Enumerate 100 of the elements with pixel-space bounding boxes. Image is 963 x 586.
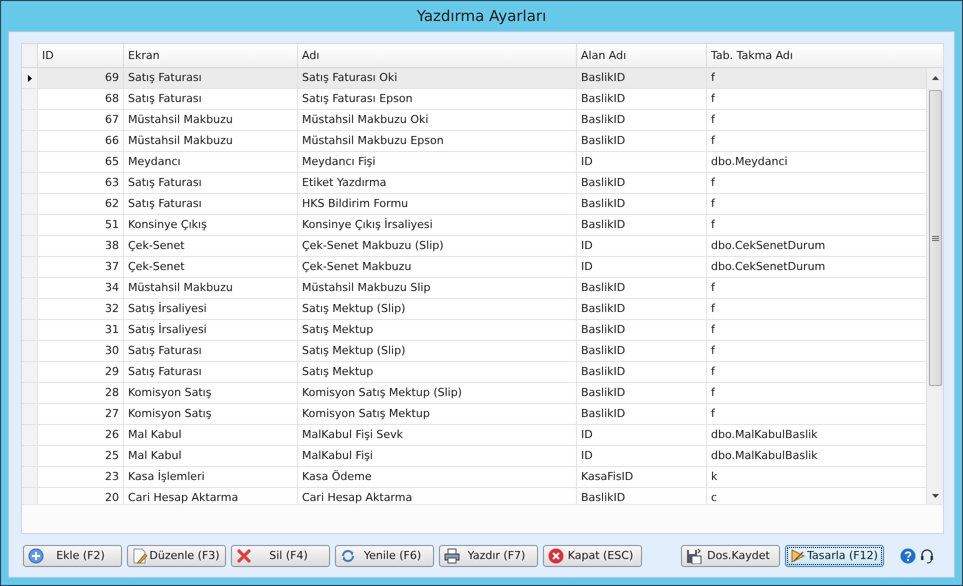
- table-cell: BaslikID: [577, 110, 707, 130]
- table-cell: HKS Bildirim Formu: [298, 194, 577, 214]
- table-cell: Müstahsil Makbuzu Oki: [298, 110, 577, 130]
- cross-icon: [236, 548, 252, 564]
- table-cell: BaslikID: [577, 404, 707, 424]
- table-cell: BaslikID: [577, 362, 707, 382]
- column-header[interactable]: Ekran: [124, 44, 298, 67]
- table-cell: Satış Faturası Oki: [298, 68, 577, 88]
- table-row[interactable]: 34 Müstahsil Makbuzu Müstahsil Makbuzu Slip BaslikID f: [22, 278, 927, 299]
- table-row[interactable]: 62 Satış Faturası HKS Bildirim Formu BaslikID f: [22, 194, 927, 215]
- table-cell: BaslikID: [577, 278, 707, 298]
- table-cell: 68: [38, 89, 124, 109]
- table-cell: Satış Faturası Epson: [298, 89, 577, 109]
- table-row[interactable]: 63 Satış Faturası Etiket Yazdırma BaslikID f: [22, 173, 927, 194]
- table-row[interactable]: 31 Satış İrsaliyesi Satış Mektup BaslikID f: [22, 320, 927, 341]
- column-header[interactable]: Adı: [298, 44, 577, 67]
- table-cell: 62: [38, 194, 124, 214]
- scroll-up-icon[interactable]: [932, 76, 938, 80]
- table-cell: 27: [38, 404, 124, 424]
- table-cell: Kasa Ödeme: [298, 467, 577, 487]
- table-cell: 37: [38, 257, 124, 277]
- table-cell: BaslikID: [577, 173, 707, 193]
- table-cell: BaslikID: [577, 299, 707, 319]
- table-row[interactable]: 23 Kasa İşlemleri Kasa Ödeme KasaFisID k: [22, 467, 927, 488]
- table-row[interactable]: 69 Satış Faturası Satış Faturası Oki BaslikID f: [22, 68, 927, 89]
- table-cell: Müstahsil Makbuzu: [124, 110, 298, 130]
- table-cell: 31: [38, 320, 124, 340]
- table-row[interactable]: 67 Müstahsil Makbuzu Müstahsil Makbuzu Oki BaslikID f: [22, 110, 927, 131]
- table-row[interactable]: 66 Müstahsil Makbuzu Müstahsil Makbuzu Epson BaslikID f: [22, 131, 927, 152]
- button[interactable]: Kapat (ESC): [543, 544, 642, 566]
- current-row-icon: [28, 74, 32, 82]
- close-icon: [548, 548, 564, 564]
- headset-icon[interactable]: [919, 548, 935, 564]
- help-icon[interactable]: [900, 548, 916, 564]
- table-cell: Müstahsil Makbuzu: [124, 278, 298, 298]
- column-header[interactable]: ID: [38, 44, 124, 67]
- table-row[interactable]: 38 Çek-Senet Çek-Senet Makbuzu (Slip) ID dbo.CekSenetDurum: [22, 236, 927, 257]
- table-cell: Etiket Yazdırma: [298, 173, 577, 193]
- table-cell: Konsinye Çıkış İrsaliyesi: [298, 215, 577, 235]
- table-row[interactable]: 25 Mal Kabul MalKabul Fişi ID dbo.MalKabulBaslik: [22, 446, 927, 467]
- button[interactable]: Dos.Kaydet: [681, 544, 780, 566]
- table-cell: Satış İrsaliyesi: [124, 299, 298, 319]
- table-cell: Çek-Senet Makbuzu: [298, 257, 577, 277]
- table-cell: 26: [38, 425, 124, 445]
- table-cell: Satış Faturası: [124, 341, 298, 361]
- button[interactable]: Yazdır (F7): [439, 544, 538, 566]
- button[interactable]: Ekle (F2): [23, 544, 122, 566]
- button[interactable]: Düzenle (F3): [127, 544, 226, 566]
- table-row[interactable]: 30 Satış Faturası Satış Mektup (Slip) BaslikID f: [22, 341, 927, 362]
- table-row[interactable]: 26 Mal Kabul MalKabul Fişi Sevk ID dbo.MalKabulBaslik: [22, 425, 927, 446]
- table-cell: Satış Mektup: [298, 362, 577, 382]
- table-cell: Satış Faturası: [124, 68, 298, 88]
- table-cell: Konsinye Çıkış: [124, 215, 298, 235]
- column-header[interactable]: Alan Adı: [577, 44, 707, 67]
- table-cell: Komisyon Satış Mektup: [298, 404, 577, 424]
- table-cell: 38: [38, 236, 124, 256]
- table-cell: KasaFisID: [577, 467, 707, 487]
- scrollbar-thumb[interactable]: [928, 90, 942, 386]
- table-cell: BaslikID: [577, 89, 707, 109]
- table-cell: Komisyon Satış Mektup (Slip): [298, 383, 577, 403]
- table-cell: 29: [38, 362, 124, 382]
- table-cell: Satış Mektup (Slip): [298, 299, 577, 319]
- column-header[interactable]: Tab. Takma Adı: [707, 44, 944, 67]
- grip-icon: [932, 236, 938, 240]
- table-cell: BaslikID: [577, 194, 707, 214]
- table-cell: Mal Kabul: [124, 446, 298, 466]
- table-cell: 69: [38, 68, 124, 88]
- table-cell: 34: [38, 278, 124, 298]
- scroll-down-icon[interactable]: [932, 494, 938, 498]
- button[interactable]: Yenile (F6): [335, 544, 434, 566]
- table-cell: ID: [577, 236, 707, 256]
- table-row[interactable]: 27 Komisyon Satış Komisyon Satış Mektup BaslikID f: [22, 404, 927, 425]
- table-row[interactable]: 28 Komisyon Satış Komisyon Satış Mektup (Slip) BaslikID f: [22, 383, 927, 404]
- table-cell: 28: [38, 383, 124, 403]
- pencil-ruler-icon: [790, 548, 806, 564]
- floppy-icon: [686, 548, 702, 564]
- table-cell: BaslikID: [577, 68, 707, 88]
- table-row[interactable]: 65 Meydancı Meydancı Fişi ID dbo.Meydanci: [22, 152, 927, 173]
- table-cell: BaslikID: [577, 341, 707, 361]
- table-row[interactable]: 37 Çek-Senet Çek-Senet Makbuzu ID dbo.CekSenetDurum: [22, 257, 927, 278]
- table-cell: Satış Mektup: [298, 320, 577, 340]
- table-cell: ID: [577, 152, 707, 172]
- table-cell: Meydancı: [124, 152, 298, 172]
- table-row[interactable]: 68 Satış Faturası Satış Faturası Epson BaslikID f: [22, 89, 927, 110]
- table-cell: BaslikID: [577, 215, 707, 235]
- table-cell: Kasa İşlemleri: [124, 467, 298, 487]
- table-row[interactable]: 32 Satış İrsaliyesi Satış Mektup (Slip) BaslikID f: [22, 299, 927, 320]
- scrollbar[interactable]: [927, 68, 943, 504]
- table-cell: BaslikID: [577, 320, 707, 340]
- table-row[interactable]: 51 Konsinye Çıkış Konsinye Çıkış İrsaliyesi BaslikID f: [22, 215, 927, 236]
- button[interactable]: Sil (F4): [231, 544, 330, 566]
- table-cell: 65: [38, 152, 124, 172]
- table-cell: Satış Faturası: [124, 362, 298, 382]
- table-cell: Satış Faturası: [124, 194, 298, 214]
- table-cell: 51: [38, 215, 124, 235]
- table-cell: 23: [38, 467, 124, 487]
- table-cell: 30: [38, 341, 124, 361]
- table-row[interactable]: 29 Satış Faturası Satış Mektup BaslikID f: [22, 362, 927, 383]
- button[interactable]: Tasarla (F12): [785, 544, 884, 566]
- table-cell: Komisyon Satış: [124, 404, 298, 424]
